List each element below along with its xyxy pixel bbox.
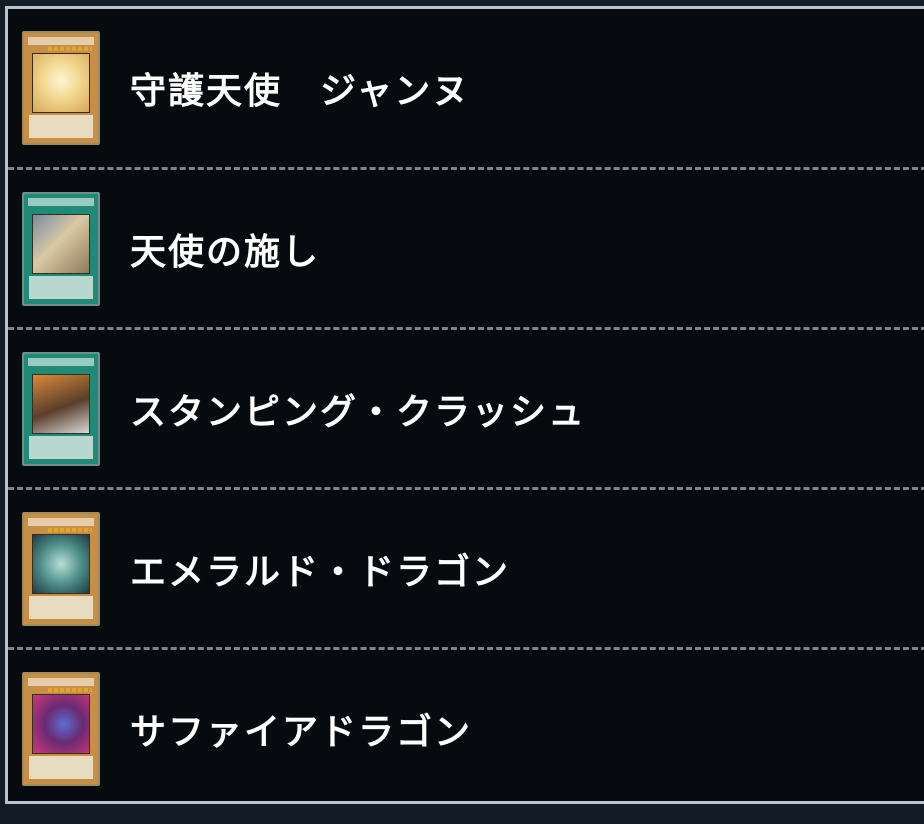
card-name: 天使の施し	[130, 231, 321, 273]
card-thumbnail	[22, 511, 100, 626]
card-artwork	[32, 533, 90, 594]
card-name: サファイアドラゴン	[130, 711, 473, 753]
card-list-panel: 守護天使 ジャンヌ 天使の施し スタンピング・クラッシュ エメラルド・ドラゴン	[5, 6, 924, 804]
card-thumbnail	[22, 31, 100, 145]
card-thumbnail	[22, 671, 100, 786]
card-thumbnail	[22, 191, 100, 306]
card-artwork	[32, 693, 90, 754]
card-artwork	[32, 373, 90, 434]
card-list-item[interactable]: 天使の施し	[8, 167, 924, 327]
card-artwork	[32, 213, 90, 274]
level-stars	[48, 687, 92, 692]
card-artwork	[32, 53, 90, 113]
card-list-item[interactable]: エメラルド・ドラゴン	[8, 487, 924, 647]
card-name: エメラルド・ドラゴン	[130, 551, 511, 593]
card-list-item[interactable]: サファイアドラゴン	[8, 647, 924, 801]
card-thumbnail	[22, 351, 100, 466]
level-stars	[48, 527, 92, 532]
card-list-item[interactable]: 守護天使 ジャンヌ	[8, 9, 924, 167]
card-name: 守護天使 ジャンヌ	[130, 71, 471, 112]
level-stars	[48, 47, 92, 51]
card-name: スタンピング・クラッシュ	[130, 391, 587, 433]
card-list-item[interactable]: スタンピング・クラッシュ	[8, 327, 924, 487]
